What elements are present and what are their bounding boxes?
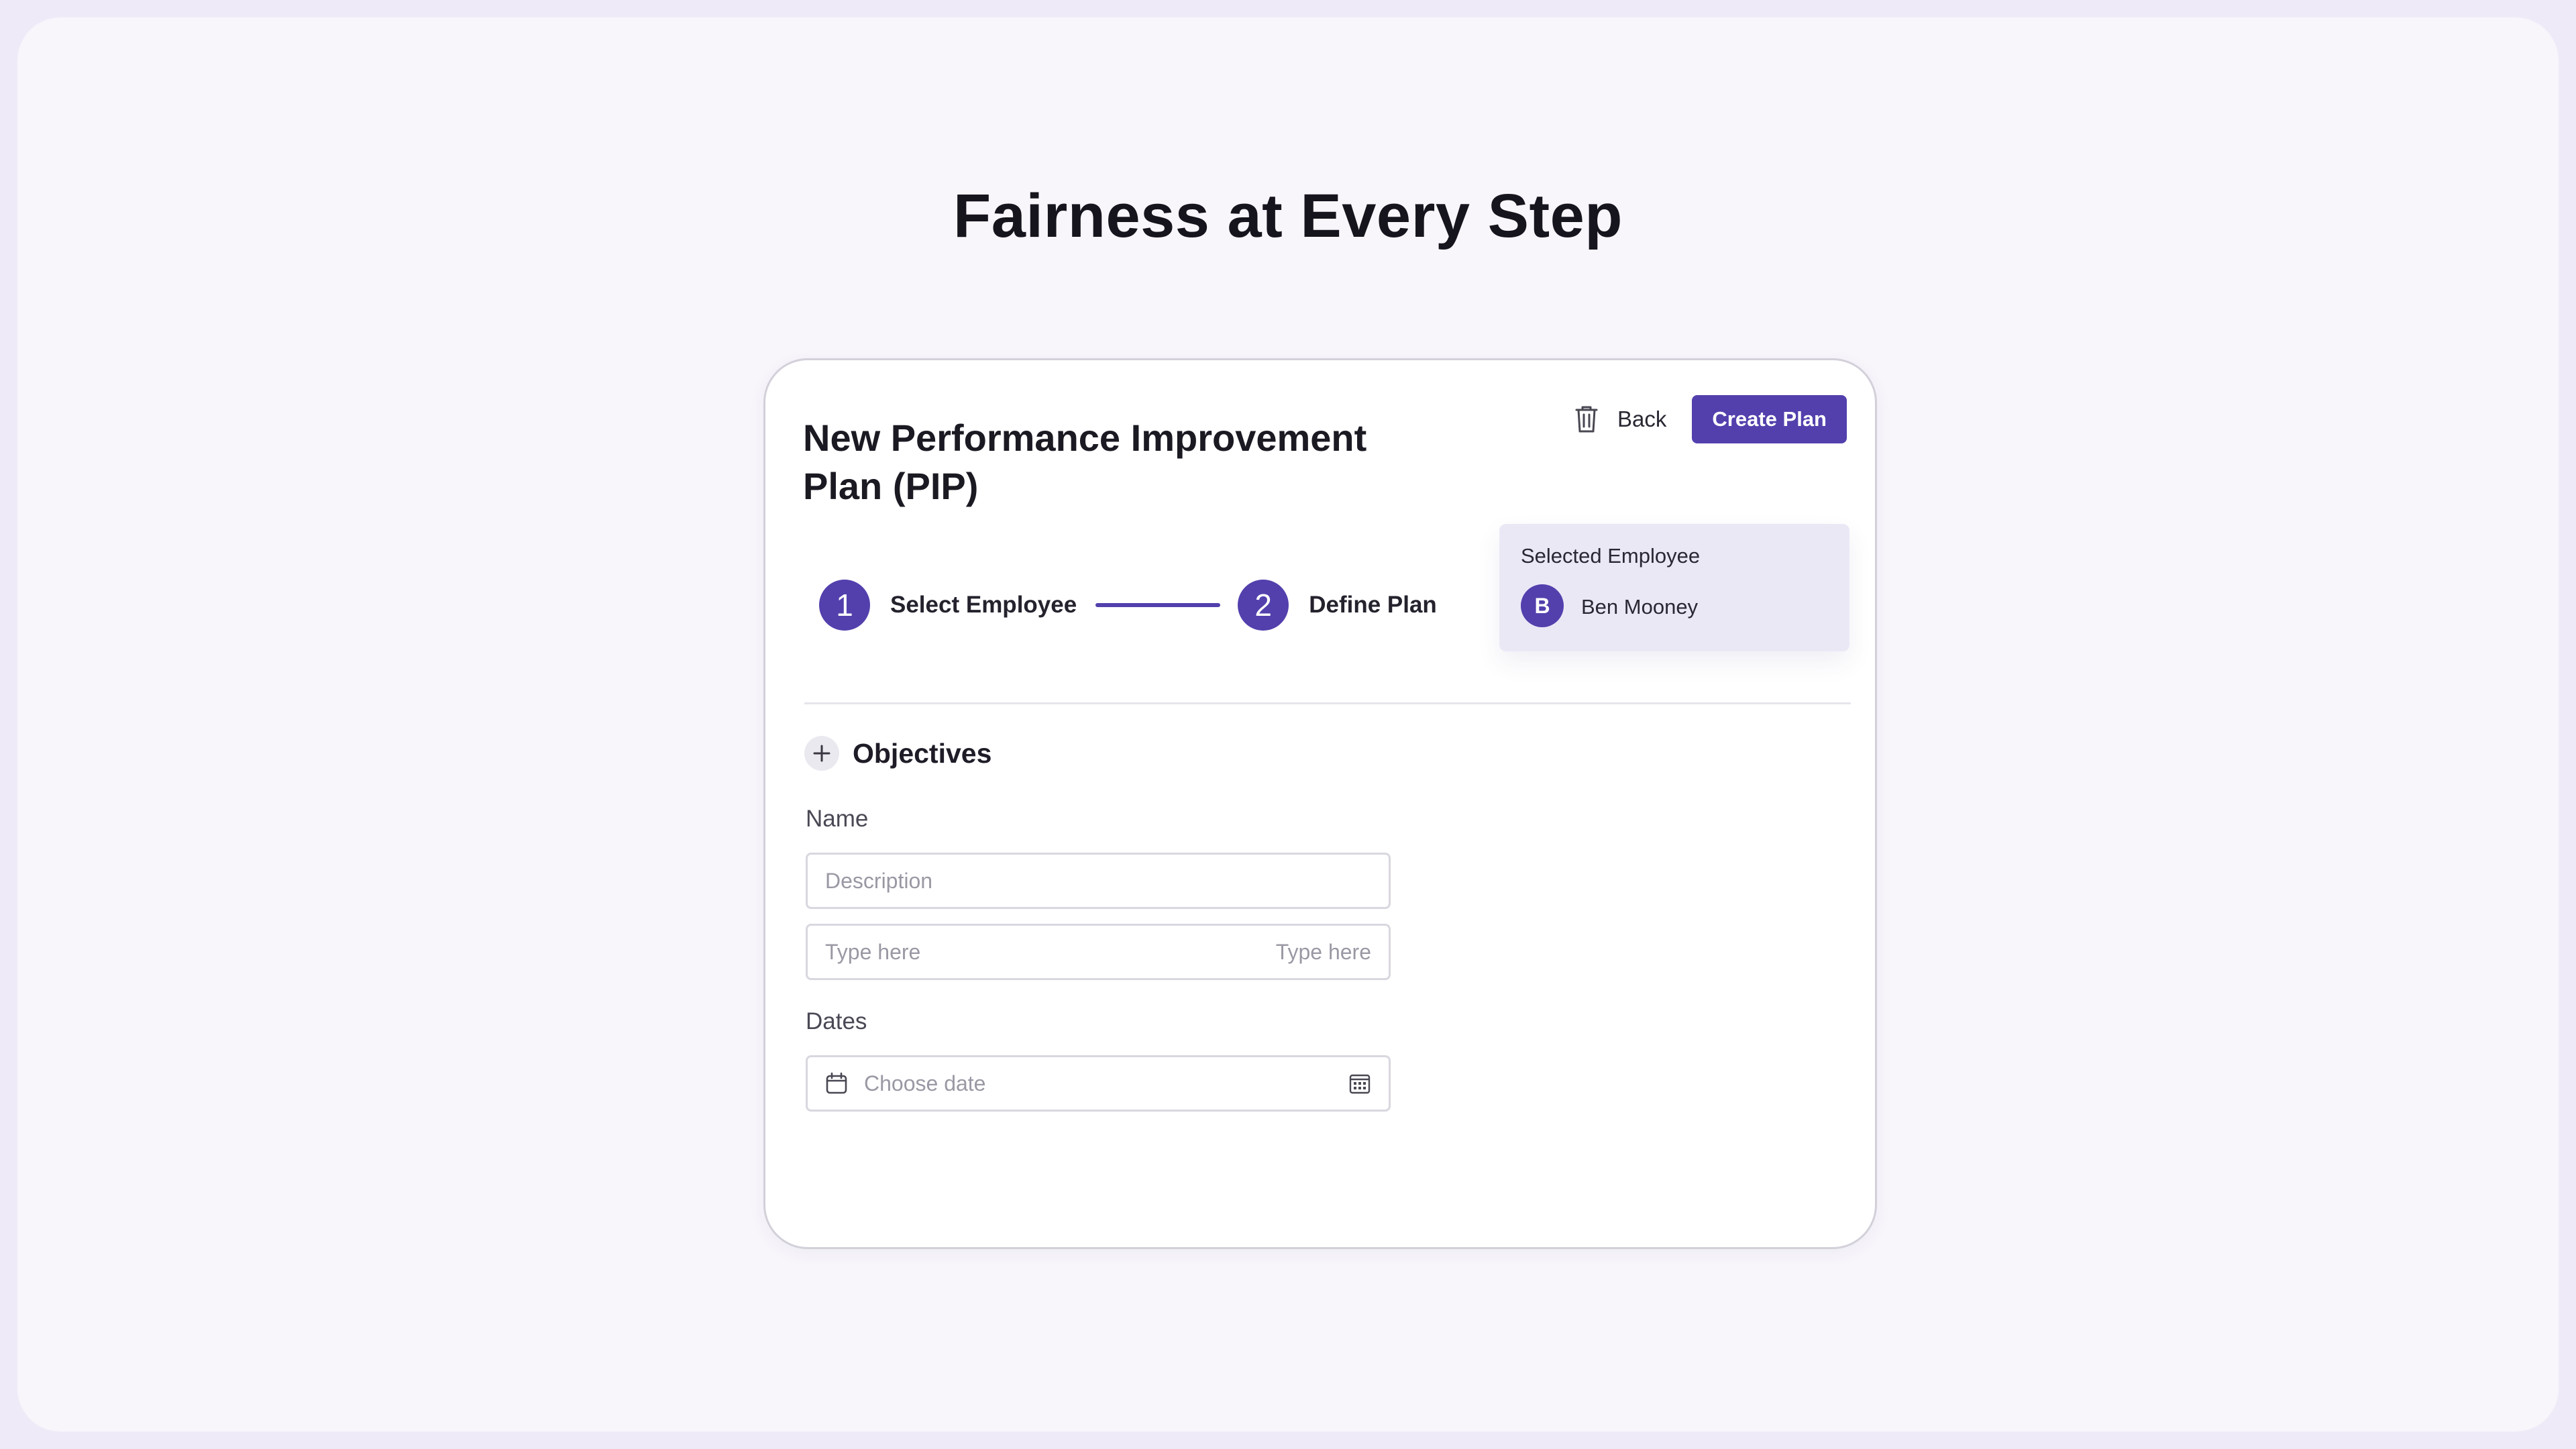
type-here-input[interactable]: Type here Type here — [806, 924, 1391, 980]
step-2-number: 2 — [1238, 580, 1289, 631]
trash-icon — [1575, 406, 1598, 433]
date-placeholder: Choose date — [864, 1071, 986, 1095]
step-connector — [1095, 603, 1221, 607]
avatar: B — [1521, 584, 1564, 627]
description-placeholder: Description — [825, 868, 933, 893]
step-2-label: Define Plan — [1309, 592, 1437, 618]
plus-icon — [813, 745, 830, 762]
calendar-icon — [825, 1072, 848, 1095]
name-label: Name — [806, 806, 869, 832]
add-objective-button[interactable] — [804, 736, 839, 771]
step-1-number: 1 — [819, 580, 870, 631]
employee-name: Ben Mooney — [1581, 595, 1699, 619]
type-here-placeholder-left: Type here — [825, 939, 921, 964]
description-input[interactable]: Description — [806, 853, 1391, 909]
type-here-placeholder-right: Type here — [1275, 939, 1371, 964]
objectives-header: Objectives — [804, 736, 991, 771]
calendar-grid-icon[interactable] — [1348, 1072, 1371, 1095]
selected-employee-label: Selected Employee — [1521, 544, 1701, 568]
stepper: 1 Select Employee 2 Define Plan — [819, 579, 1437, 631]
delete-button[interactable] — [1568, 395, 1605, 443]
card-title: New Performance Improvement Plan (PIP) — [803, 417, 1367, 507]
date-picker-input[interactable]: Choose date — [806, 1055, 1391, 1112]
hero-title: Fairness at Every Step — [953, 182, 1623, 250]
step-1-label: Select Employee — [890, 592, 1077, 618]
objectives-title: Objectives — [853, 737, 992, 769]
create-plan-button[interactable]: Create Plan — [1692, 395, 1847, 443]
pip-card: New Performance Improvement Plan (PIP) B… — [763, 358, 1877, 1249]
divider — [804, 702, 1851, 704]
card-actions: Back Create Plan — [1568, 395, 1847, 443]
selected-employee-card: Selected Employee B Ben Mooney — [1499, 524, 1849, 651]
back-button[interactable]: Back — [1617, 407, 1666, 432]
dates-label: Dates — [806, 1008, 867, 1034]
